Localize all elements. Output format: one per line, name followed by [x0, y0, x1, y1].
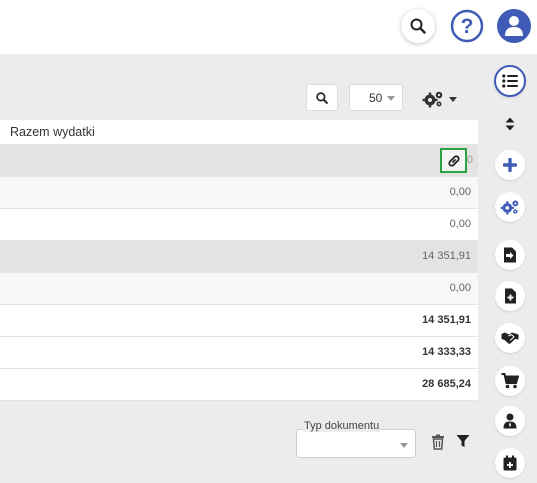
- import-icon: [504, 247, 516, 263]
- data-table: Razem wydatki 0 0,00 0,00 14 351,91 0,00…: [0, 120, 478, 401]
- page-size-select[interactable]: 50: [349, 84, 403, 111]
- person-button[interactable]: [495, 406, 525, 436]
- clear-filter-button[interactable]: [431, 434, 445, 450]
- chevron-down-icon: [387, 96, 395, 101]
- user-icon: [505, 16, 523, 36]
- link-icon: [447, 154, 460, 167]
- settings-button[interactable]: [495, 192, 525, 222]
- cart-button[interactable]: [495, 366, 525, 396]
- plus-icon: [503, 158, 517, 172]
- table-cell: 14 351,91: [422, 250, 471, 262]
- settings-icon: [500, 200, 519, 215]
- summary-row: 14 351,91: [0, 305, 478, 337]
- summary-cell: 14 333,33: [422, 346, 471, 358]
- filter-button[interactable]: [456, 434, 472, 450]
- calendar-add-icon: [503, 455, 517, 471]
- svg-text:?: ?: [461, 15, 474, 38]
- top-bar: ?: [0, 0, 537, 54]
- main-content: 50 Razem wydatki 0 0,00 0,00 14 351,91 0…: [0, 54, 489, 483]
- table-row[interactable]: 0: [0, 145, 478, 177]
- table-cell: 0: [466, 154, 473, 166]
- cart-icon: [501, 373, 519, 389]
- table-row[interactable]: 0,00: [0, 273, 478, 305]
- page-size-value: 50: [369, 90, 383, 105]
- add-button[interactable]: [495, 150, 525, 180]
- new-document-icon: [504, 288, 516, 304]
- table-cell: 0,00: [449, 218, 471, 230]
- summary-cell: 14 351,91: [422, 314, 471, 326]
- table-search-button[interactable]: [306, 84, 338, 111]
- chevron-down-icon: [449, 96, 457, 102]
- table-row[interactable]: 0,00: [0, 177, 478, 209]
- summary-cell: 28 685,24: [422, 378, 471, 390]
- user-menu-button[interactable]: [497, 9, 531, 43]
- list-view-button[interactable]: [494, 65, 526, 97]
- summary-row: 28 685,24: [0, 369, 478, 401]
- help-icon: ?: [450, 9, 484, 43]
- agreement-button[interactable]: [495, 323, 525, 353]
- action-sidebar: [489, 54, 537, 483]
- trash-icon: [432, 434, 444, 450]
- table-row[interactable]: 14 351,91: [0, 241, 478, 273]
- chevron-down-icon: [400, 443, 408, 448]
- global-search-button[interactable]: [401, 9, 435, 43]
- table-row[interactable]: 0,00: [0, 209, 478, 241]
- handshake-icon: [501, 332, 519, 344]
- funnel-icon: [456, 435, 470, 447]
- column-header[interactable]: Razem wydatki: [0, 120, 478, 145]
- sort-button[interactable]: [495, 109, 525, 139]
- sort-icon: [505, 117, 515, 131]
- document-type-label: Typ dokumentu: [303, 420, 381, 432]
- help-button[interactable]: ?: [450, 9, 484, 43]
- import-button[interactable]: [495, 240, 525, 270]
- table-cell: 0,00: [449, 186, 471, 198]
- list-icon: [502, 74, 518, 88]
- search-icon: [410, 18, 426, 34]
- search-icon: [316, 91, 328, 104]
- person-icon: [503, 413, 517, 429]
- summary-row: 14 333,33: [0, 337, 478, 369]
- settings-icon: [422, 91, 443, 108]
- table-cell: 0,00: [449, 282, 471, 294]
- new-document-button[interactable]: [495, 281, 525, 311]
- table-settings-button[interactable]: [422, 88, 464, 110]
- add-event-button[interactable]: [495, 448, 525, 478]
- document-type-filter[interactable]: [296, 429, 416, 458]
- link-button[interactable]: [440, 148, 467, 173]
